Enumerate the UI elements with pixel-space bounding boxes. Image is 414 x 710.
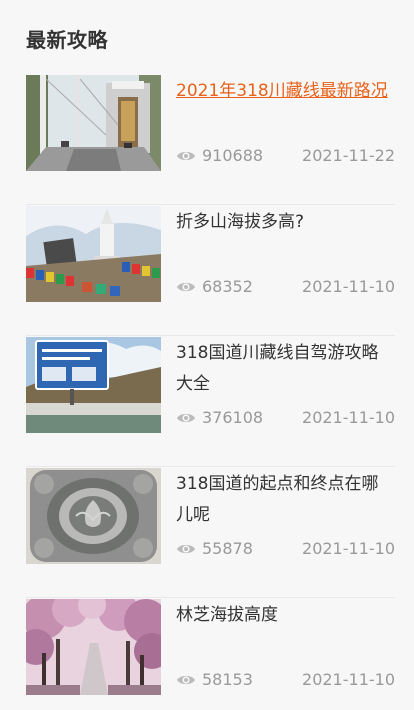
article-meta: 55878 2021-11-10: [176, 539, 395, 563]
view-count-value: 68352: [202, 277, 253, 296]
article-title[interactable]: 318国道川藏线自驾游攻略大全: [176, 338, 395, 400]
eye-icon: [176, 149, 196, 163]
article-meta: 68352 2021-11-10: [176, 277, 395, 301]
view-count-value: 55878: [202, 539, 253, 558]
article-title[interactable]: 318国道的起点和终点在哪儿呢: [176, 469, 395, 531]
article-list: 2021年318川藏线最新路况 910688 2021-11-22 折多山海拔多…: [26, 74, 395, 710]
article-item[interactable]: 318国道川藏线自驾游攻略大全 376108 2021-11-10: [26, 336, 395, 467]
article-thumbnail[interactable]: [26, 206, 161, 302]
eye-icon: [176, 673, 196, 687]
view-count-value: 910688: [202, 146, 264, 165]
article-date: 2021-11-10: [302, 539, 395, 558]
article-date: 2021-11-10: [302, 670, 395, 689]
article-title[interactable]: 林芝海拔高度: [176, 600, 395, 631]
article-item[interactable]: 318国道的起点和终点在哪儿呢 55878 2021-11-10: [26, 467, 395, 598]
eye-icon: [176, 542, 196, 556]
eye-icon: [176, 280, 196, 294]
article-thumbnail[interactable]: [26, 599, 161, 695]
peach-blossom-road-photo: [26, 599, 161, 695]
article-title[interactable]: 折多山海拔多高?: [176, 207, 395, 238]
article-item[interactable]: 2021年318川藏线最新路况 910688 2021-11-22: [26, 74, 395, 205]
view-count: 58153: [176, 670, 253, 689]
stupa-prayer-flags-photo: [26, 206, 161, 302]
suspension-bridge-photo: [26, 75, 161, 171]
article-meta: 376108 2021-11-10: [176, 408, 395, 432]
article-thumbnail[interactable]: [26, 75, 161, 171]
view-count-value: 376108: [202, 408, 264, 427]
article-title[interactable]: 2021年318川藏线最新路况: [176, 76, 395, 107]
view-count: 55878: [176, 539, 253, 558]
view-count: 376108: [176, 408, 263, 427]
section-title: 最新攻略: [26, 28, 108, 52]
view-count-value: 58153: [202, 670, 253, 689]
article-meta: 910688 2021-11-22: [176, 146, 395, 170]
article-item[interactable]: 林芝海拔高度 58153 2021-11-10: [26, 598, 395, 710]
view-count: 68352: [176, 277, 253, 296]
article-meta: 58153 2021-11-10: [176, 670, 395, 694]
tibet-border-sign-photo: [26, 337, 161, 433]
eye-icon: [176, 411, 196, 425]
latest-guides-panel: 最新攻略 2021年318川藏线最新路况 910688 2021-11-22 折…: [0, 0, 414, 710]
view-count: 910688: [176, 146, 263, 165]
article-item[interactable]: 折多山海拔多高? 68352 2021-11-10: [26, 205, 395, 336]
stone-emblem-plaque-photo: [26, 468, 161, 564]
article-thumbnail[interactable]: [26, 337, 161, 433]
article-date: 2021-11-10: [302, 408, 395, 427]
article-date: 2021-11-10: [302, 277, 395, 296]
article-thumbnail[interactable]: [26, 468, 161, 564]
article-date: 2021-11-22: [302, 146, 395, 165]
